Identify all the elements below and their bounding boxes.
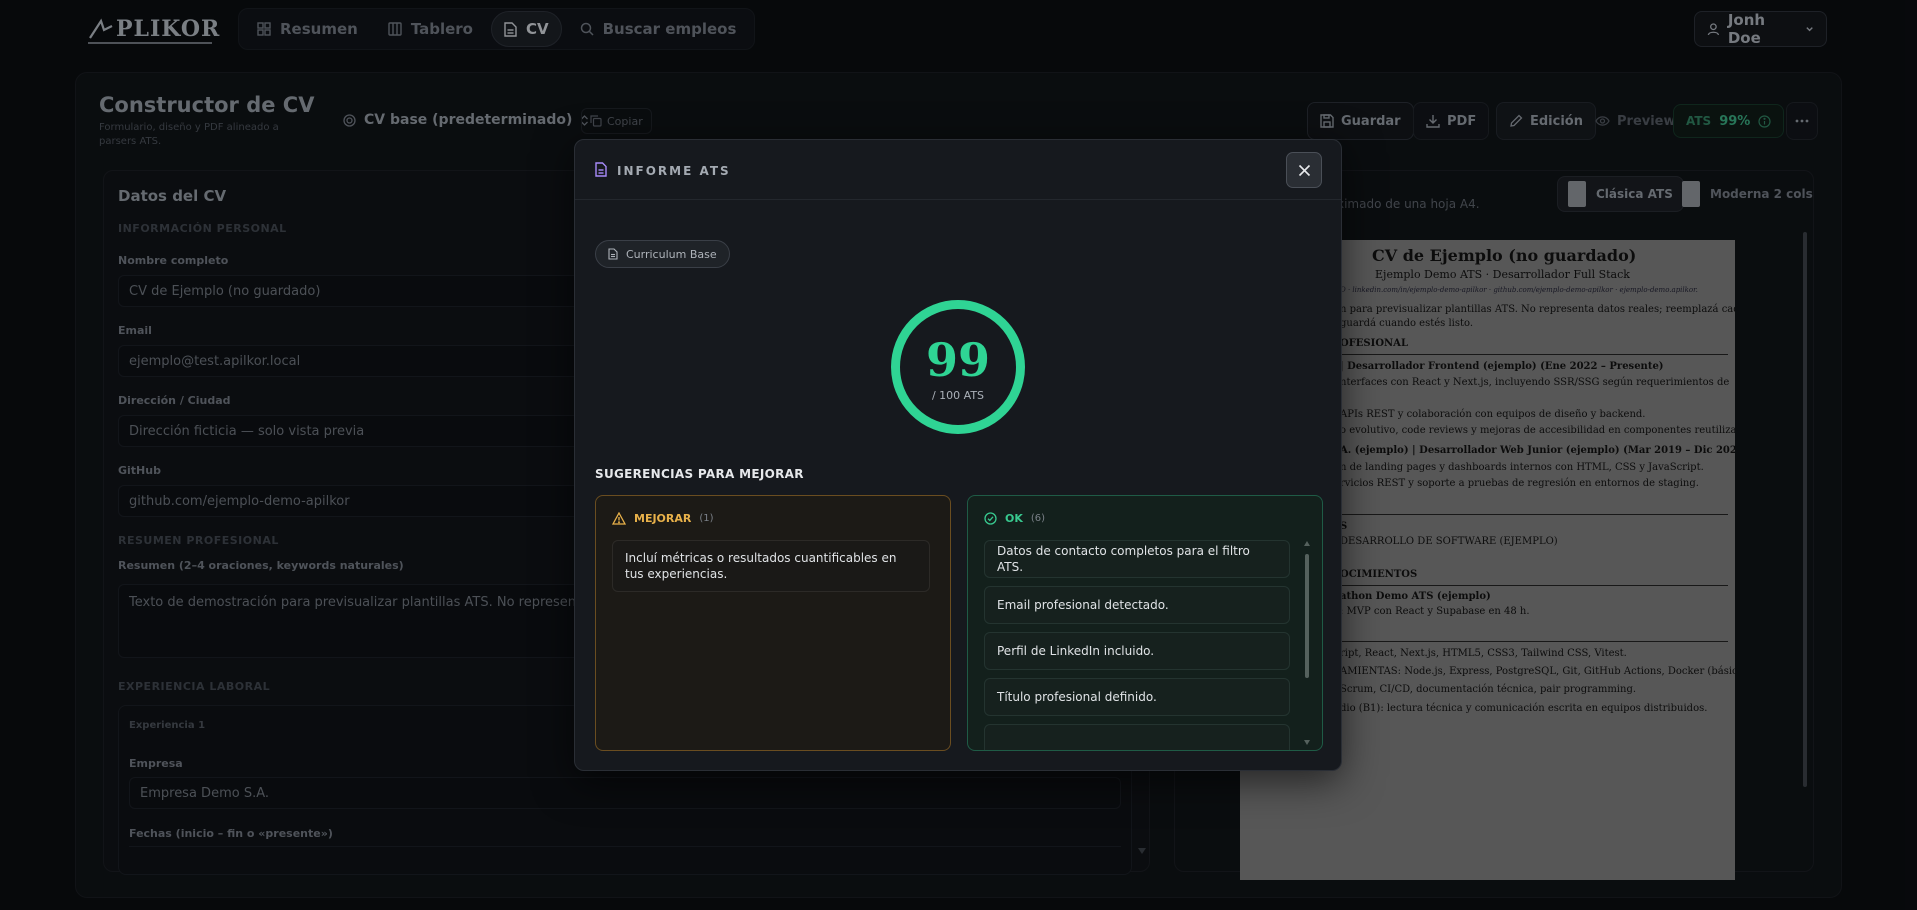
chip-label: Curriculum Base [626,247,717,261]
close-icon [1298,164,1310,176]
improve-label: MEJORAR [634,512,692,525]
check-circle-icon [984,512,997,525]
ok-item: Perfil de LinkedIn incluido. [984,632,1290,670]
ok-header: OK (6) [984,512,1045,525]
ok-panel: OK (6) Datos de contacto completos para … [967,495,1323,751]
ats-score-value: 99 [925,333,990,387]
document-icon [608,248,618,260]
improve-count: (1) [699,513,714,524]
ok-item: Título profesional definido. [984,678,1290,716]
ok-item: Datos de contacto completos para el filt… [984,540,1290,578]
improve-item: Incluí métricas o resultados cuantificab… [612,540,930,592]
ok-item: Email profesional detectado. [984,586,1290,624]
suggestions-title: SUGERENCIAS PARA MEJORAR [595,467,804,481]
ok-scrollbar-thumb[interactable] [1305,554,1309,678]
close-button[interactable] [1286,152,1322,188]
document-icon [595,162,607,177]
cv-name-chip: Curriculum Base [595,240,730,268]
improve-panel: MEJORAR (1) Incluí métricas o resultados… [595,495,951,751]
modal-header: INFORME ATS [575,140,1341,200]
ats-report-modal: INFORME ATS Curriculum Base 99 / 100 ATS… [574,139,1342,771]
ok-count: (6) [1030,513,1046,524]
scroll-up-arrow-icon[interactable] [1304,541,1310,546]
modal-title: INFORME ATS [617,164,731,178]
ok-item-partial [984,724,1290,750]
ats-score-gauge: 99 / 100 ATS [891,300,1025,434]
scroll-down-arrow-icon[interactable] [1304,740,1310,745]
improve-header: MEJORAR (1) [612,512,714,525]
warning-icon [612,512,626,525]
ats-score-caption: / 100 ATS [931,389,985,402]
ok-label: OK [1005,512,1023,525]
